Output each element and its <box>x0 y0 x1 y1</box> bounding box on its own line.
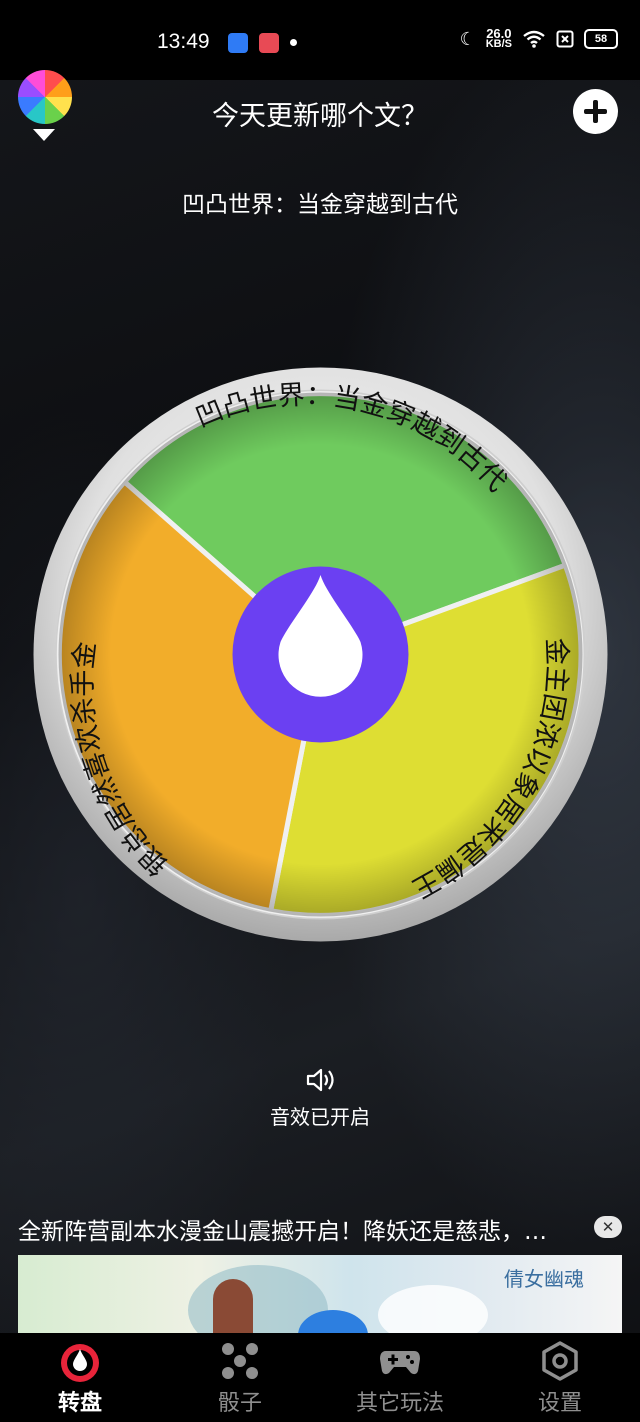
screen-record-icon <box>259 33 279 53</box>
ad-game-logo: 倩女幽魂 <box>504 1267 584 1291</box>
page-title[interactable]: 今天更新哪个文？ <box>0 94 640 133</box>
nav-item-settings[interactable]: 设置 <box>480 1333 640 1422</box>
ad-art-creature <box>378 1285 488 1333</box>
nav-label-other-games: 其它玩法 <box>355 1391 444 1416</box>
nav-label-dice: 骰子 <box>217 1391 262 1416</box>
add-button[interactable] <box>573 89 618 134</box>
speaker-icon[interactable] <box>305 1066 337 1094</box>
bottom-nav: 转盘 骰子 其它玩法 设置 <box>0 1333 640 1422</box>
sim-icon <box>556 30 574 48</box>
ad-banner[interactable]: 倩女幽魂 <box>18 1255 622 1333</box>
network-speed: 26.0 KB/S <box>485 26 512 50</box>
android-icon <box>228 33 248 53</box>
status-bar: 13:49 ☾ 26.0 KB/S 58 <box>0 0 640 80</box>
nav-item-wheel[interactable]: 转盘 <box>0 1333 160 1422</box>
nav-label-wheel: 转盘 <box>57 1391 102 1416</box>
nav-label-settings: 设置 <box>537 1391 582 1416</box>
spin-button[interactable] <box>232 566 409 743</box>
ad-close-button[interactable]: ✕ <box>594 1216 622 1238</box>
wheel-icon <box>61 1344 99 1382</box>
wifi-icon <box>523 30 545 48</box>
nav-item-dice[interactable]: 骰子 <box>160 1333 320 1422</box>
spin-result: 凹凸世界：当金穿越到古代 <box>182 192 458 218</box>
status-right-group: ☾ 26.0 KB/S 58 <box>459 26 618 50</box>
nav-item-other-games[interactable]: 其它玩法 <box>320 1333 480 1422</box>
spin-wheel[interactable]: 凹凸世界：当金穿越到古代 金主团浓以象居来是偏王？… 银总居然喜欢杀手金 <box>33 367 608 942</box>
gamepad-icon <box>380 1351 420 1375</box>
ad-text[interactable]: 全新阵营副本水漫金山震撼开启！降妖还是慈悲，… <box>18 1212 588 1246</box>
battery-indicator: 58 <box>584 29 618 49</box>
sound-status-label[interactable]: 音效已开启 <box>0 1101 640 1130</box>
settings-icon <box>542 1341 578 1381</box>
ad-art-character <box>213 1279 253 1333</box>
dice-icon <box>222 1343 258 1379</box>
notification-dot-icon <box>290 39 297 46</box>
status-time: 13:49 <box>157 30 210 53</box>
moon-icon: ☾ <box>459 28 476 49</box>
